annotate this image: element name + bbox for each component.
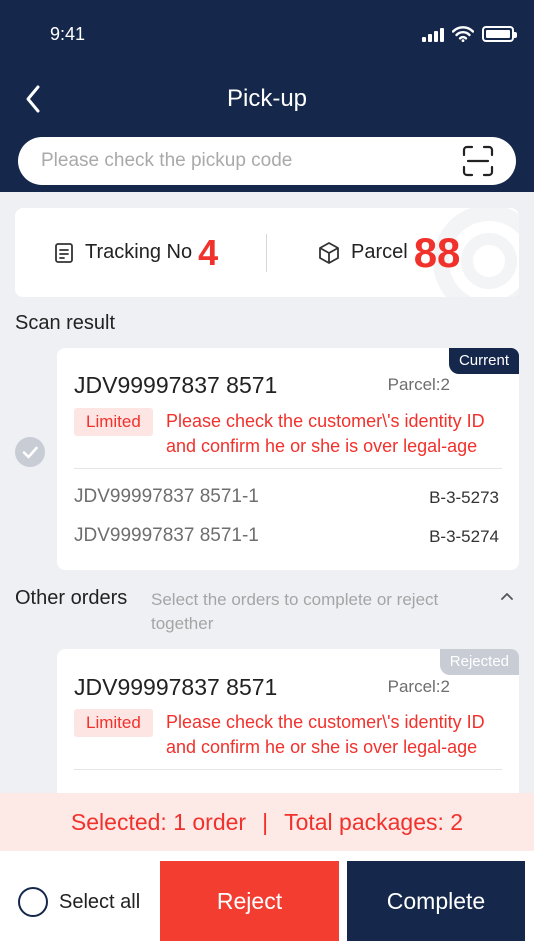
wifi-icon xyxy=(452,26,474,42)
package-number: JDV99997837 8571-1 xyxy=(74,486,259,507)
other-orders-title: Other orders xyxy=(15,587,128,609)
summary-separator: | xyxy=(262,808,269,835)
box-icon xyxy=(319,241,339,264)
status-icons xyxy=(422,24,517,42)
age-check-message: Please check the customer\'s identity ID… xyxy=(166,411,485,456)
limited-tag: Limited xyxy=(74,709,153,737)
select-all-toggle[interactable]: Select all xyxy=(18,887,140,917)
pickup-code-input[interactable] xyxy=(41,137,441,185)
order-parcel-count: Parcel:2 xyxy=(387,677,450,696)
scan-result-title: Scan result xyxy=(15,312,116,334)
total-packages: Total packages: 2 xyxy=(284,808,464,835)
signal-icon xyxy=(422,28,444,42)
package-location: B-3-5273 xyxy=(429,488,499,507)
stats-divider xyxy=(266,234,267,272)
current-badge: Current xyxy=(448,348,519,374)
select-all-label: Select all xyxy=(59,890,141,913)
chevron-up-icon[interactable] xyxy=(498,588,516,606)
other-order-card[interactable]: Rejected JDV99997837 8571 Parcel:2 Limit… xyxy=(57,649,519,809)
radio-circle-icon[interactable] xyxy=(18,887,48,917)
scan-icon[interactable] xyxy=(462,145,494,177)
divider xyxy=(74,769,502,770)
order-number: JDV99997837 8571 xyxy=(74,674,278,700)
bottom-action-bar: Select all Reject Complete xyxy=(0,851,534,950)
parcel-stat: Parcel 88 xyxy=(317,208,460,297)
pickup-code-search xyxy=(18,137,516,185)
tracking-stat: Tracking No 4 xyxy=(53,208,218,297)
package-location: B-3-5274 xyxy=(429,527,499,546)
age-check-message: Please check the customer\'s identity ID… xyxy=(166,712,485,757)
battery-icon xyxy=(482,26,517,42)
selection-summary: Selected: 1 order | Total packages: 2 xyxy=(0,793,534,851)
rejected-badge: Rejected xyxy=(439,649,519,675)
page-title: Pick-up xyxy=(226,85,308,112)
tracking-count: 4 xyxy=(198,231,219,273)
complete-button[interactable]: Complete xyxy=(347,861,525,941)
order-number: JDV99997837 8571 xyxy=(74,372,278,398)
order-parcel-count: Parcel:2 xyxy=(387,375,450,394)
parcel-count: 88 xyxy=(413,228,461,276)
status-time: 9:41 xyxy=(50,24,86,44)
divider xyxy=(74,468,502,469)
header-bar: 9:41 Pick-up xyxy=(0,0,534,192)
status-bar: 9:41 xyxy=(0,0,534,64)
package-number: JDV99997837 8571-1 xyxy=(74,525,259,546)
check-circle-icon[interactable] xyxy=(15,437,45,467)
other-orders-subtitle: Select the orders to complete or reject … xyxy=(151,590,439,633)
stats-card: Tracking No 4 Parcel 88 xyxy=(15,208,519,297)
current-order-card[interactable]: Current JDV99997837 8571 Parcel:2 Limite… xyxy=(57,348,519,570)
parcel-label: Parcel xyxy=(351,241,408,263)
document-icon xyxy=(55,242,73,263)
tracking-label: Tracking No xyxy=(85,241,193,263)
selected-count: Selected: 1 order xyxy=(70,808,247,835)
limited-tag: Limited xyxy=(74,408,153,436)
reject-button[interactable]: Reject xyxy=(160,861,339,941)
